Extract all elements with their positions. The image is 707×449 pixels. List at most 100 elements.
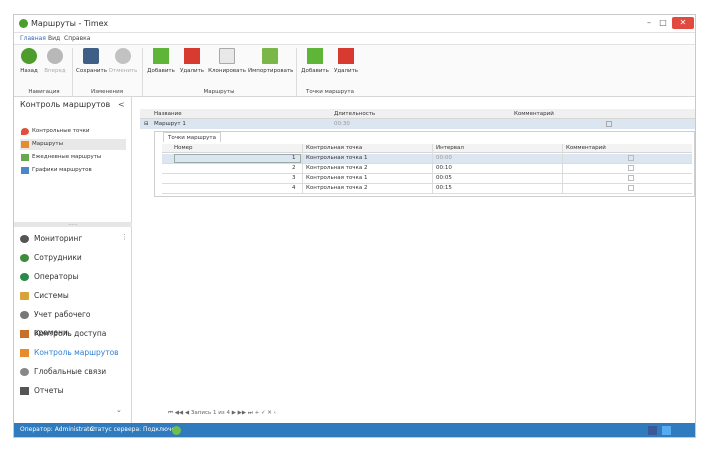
row-expander[interactable]: ⊟	[144, 119, 149, 129]
minimize-button[interactable]: –	[642, 17, 656, 29]
sidebar-item-schedules[interactable]: Графики маршрутов	[20, 165, 126, 176]
module-monitoring[interactable]: Мониторинг	[20, 230, 126, 248]
module-label: Сотрудники	[34, 253, 82, 262]
edit-comment-icon[interactable]	[606, 121, 612, 127]
tab-route-points[interactable]: Точки маршрута	[163, 132, 221, 142]
point-interval: 00:00	[436, 155, 452, 161]
menu-bar: Главная Вид Справка	[14, 33, 695, 44]
number-cell-editor[interactable]	[174, 154, 301, 163]
edit-comment-icon[interactable]	[628, 175, 634, 181]
add-point-label: Добавить	[301, 68, 329, 74]
row-divider	[162, 173, 692, 174]
group-divider	[296, 48, 297, 96]
sidebar-collapse-button[interactable]: <	[118, 100, 125, 109]
module-employees[interactable]: Сотрудники	[20, 249, 126, 267]
forward-label: Вперед	[44, 68, 66, 74]
import-label: Импортировать	[248, 68, 294, 74]
close-button[interactable]: ✕	[672, 17, 694, 29]
module-global-links[interactable]: Глобальные связи	[20, 363, 126, 381]
maximize-button[interactable]: □	[656, 17, 670, 29]
col-name[interactable]: Название	[154, 109, 182, 119]
plus-icon	[153, 48, 169, 64]
sub-grid-header	[162, 144, 692, 153]
link-icon	[20, 368, 29, 376]
module-label: Контроль маршрутов	[34, 348, 119, 357]
grid-header	[140, 109, 695, 119]
col-divider	[302, 144, 303, 193]
sub-col-comment[interactable]: Комментарий	[566, 143, 606, 153]
reports-icon	[20, 387, 29, 395]
monitoring-icon	[20, 235, 29, 243]
record-navigator[interactable]: ⏮ ◀◀ ◀ Запись 1 из 4 ▶ ▶▶ ⏭ + ✓ ✕ ‹	[168, 410, 276, 417]
col-duration[interactable]: Длительность	[334, 109, 375, 119]
edit-comment-icon[interactable]	[628, 185, 634, 191]
point-name: Контрольная точка 2	[306, 185, 368, 191]
point-number: 2	[292, 165, 296, 171]
edit-comment-icon[interactable]	[628, 155, 634, 161]
point-number: 1	[292, 155, 296, 161]
edit-comment-icon[interactable]	[628, 165, 634, 171]
undo-label: Отменить	[108, 68, 138, 74]
clock-icon	[20, 311, 29, 319]
expand-modules-button[interactable]: ⌄	[116, 406, 122, 414]
module-systems[interactable]: Системы	[20, 287, 126, 305]
delete-route-label: Удалить	[179, 68, 205, 74]
sub-col-number[interactable]: Номер	[174, 143, 193, 153]
delete-point-label: Удалить	[333, 68, 359, 74]
app-window: Маршруты - Timex – □ ✕ Главная Вид Справ…	[13, 14, 696, 438]
employees-icon	[20, 254, 29, 262]
route-icon	[20, 349, 29, 357]
point-name: Контрольная точка 1	[306, 155, 368, 161]
point-number: 3	[292, 175, 296, 181]
save-label: Сохранить	[76, 68, 107, 74]
route-icon	[21, 141, 29, 148]
point-interval: 00:15	[436, 185, 452, 191]
add-point-button[interactable]: Добавить	[300, 48, 330, 90]
add-route-button[interactable]: Добавить	[146, 48, 176, 90]
module-label: Системы	[34, 291, 69, 300]
point-number: 4	[292, 185, 296, 191]
calendar-icon	[21, 154, 29, 161]
module-access-control[interactable]: Контроль доступа	[20, 325, 126, 343]
clone-button[interactable]: Клонировать	[208, 48, 246, 90]
twitter-icon[interactable]	[662, 426, 671, 435]
sidebar-item-checkpoints[interactable]: Контрольные точки	[20, 126, 126, 137]
point-interval: 00:10	[436, 165, 452, 171]
module-route-control[interactable]: Контроль маршрутов	[20, 344, 126, 362]
facebook-icon[interactable]	[648, 426, 657, 435]
module-reports[interactable]: Отчеты	[20, 382, 126, 400]
col-comment[interactable]: Комментарий	[514, 109, 554, 119]
sidebar-item-label: Ежедневные маршруты	[32, 154, 102, 160]
group-divider	[72, 48, 73, 96]
module-operators[interactable]: Операторы	[20, 268, 126, 286]
delete-route-button[interactable]: Удалить	[178, 48, 206, 90]
col-divider	[432, 144, 433, 193]
sub-col-interval[interactable]: Интервал	[436, 143, 464, 153]
save-button[interactable]: Сохранить	[76, 48, 107, 90]
import-icon	[262, 48, 278, 64]
menu-help[interactable]: Справка	[60, 34, 94, 44]
main-panel: Название Длительность Комментарий ⊟ Марш…	[132, 97, 695, 423]
plus-icon	[307, 48, 323, 64]
back-button[interactable]: Назад	[18, 48, 40, 90]
module-label: Контроль доступа	[34, 329, 107, 338]
sidebar-item-routes[interactable]: Маршруты	[20, 139, 126, 150]
back-label: Назад	[20, 68, 38, 74]
import-button[interactable]: Импортировать	[248, 48, 294, 90]
detail-panel	[154, 131, 695, 197]
status-bar: Оператор: Administrator Статус сервера: …	[14, 423, 695, 437]
undo-button[interactable]: Отменить	[108, 48, 138, 90]
group-changes: Изменения	[90, 89, 124, 95]
sidebar-title: Контроль маршрутов	[20, 100, 111, 109]
module-worktime[interactable]: Учет рабочего времени	[20, 306, 126, 337]
group-routes: Маршруты	[203, 89, 235, 95]
add-route-label: Добавить	[147, 68, 175, 74]
delete-point-button[interactable]: Удалить	[332, 48, 360, 90]
schedule-icon	[21, 167, 29, 174]
forward-button[interactable]: Вперед	[42, 48, 68, 90]
point-name: Контрольная точка 1	[306, 175, 368, 181]
sidebar-item-daily-routes[interactable]: Ежедневные маршруты	[20, 152, 126, 163]
sub-col-point[interactable]: Контрольная точка	[306, 143, 362, 153]
sidebar-splitter[interactable]: ......	[14, 222, 132, 227]
sidebar-item-label: Контрольные точки	[32, 128, 90, 134]
